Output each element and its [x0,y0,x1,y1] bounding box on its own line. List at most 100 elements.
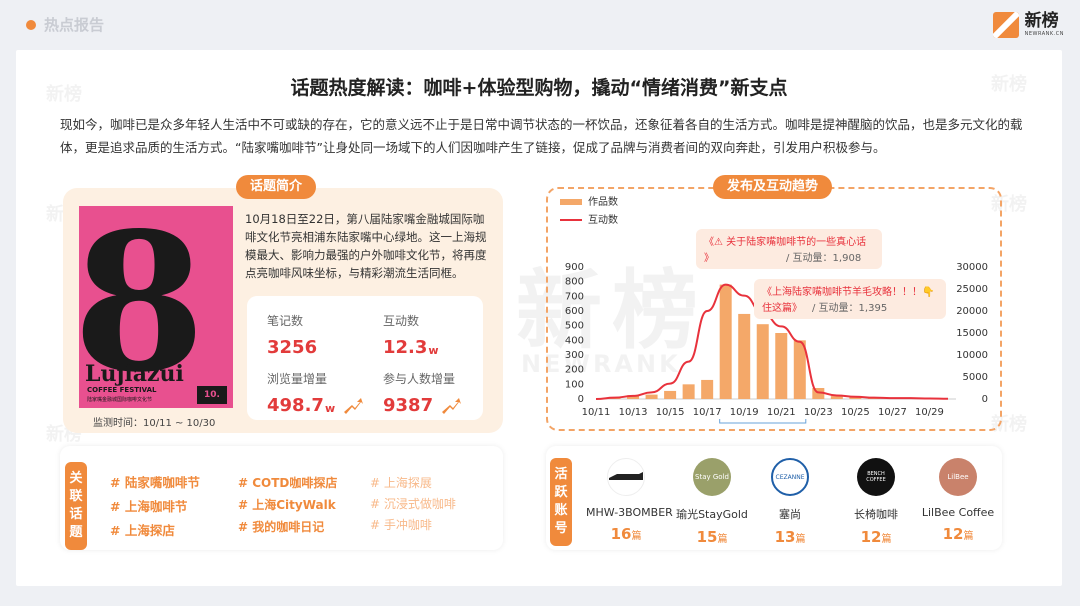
logo-en: NEWRANK.CN [1024,31,1064,37]
active-accounts-card: 活跃账号 MHW-3BOMBER 16篇 Stay Gold 瑜光StayGol… [546,446,1002,550]
cezanne-logo-icon: CEZANNE [771,458,809,496]
stat-label: 浏览量增量 [267,372,328,386]
section-label: 热点报告 [44,16,105,34]
right-tick-label: 30000 [956,262,988,273]
bar [775,333,788,399]
x-tick-label: 10/17 [693,407,722,418]
callout-title: 《上海陆家嘴咖啡节羊毛攻略！！！👇 [762,285,934,298]
bar [701,379,714,399]
stat-interactions: 互动数 12.3 w [383,312,493,358]
account-count: 15 [696,528,718,546]
legend-label: 互动数 [588,213,618,226]
legend-bar-swatch [560,199,582,205]
bench-logo-icon: BENCH COFFEE [857,458,895,496]
account-name: MHW-3BOMBER [586,506,673,519]
topic-tag[interactable]: # 上海探展 [370,474,432,491]
bar [645,394,658,399]
trend-chart-card: 0 100 200 300 400 500 600 700 800 900 0 5000 10000 15… [546,187,1002,431]
stat-value: 498.7 [267,395,324,416]
topic-intro-pill: 话题简介 [236,175,317,199]
topic-tag[interactable]: # 我的咖啡日记 [238,518,324,535]
right-tick-label: 25000 [956,284,988,295]
account-name: 长椅咖啡 [854,508,898,521]
stat-label: 参与人数增量 [383,372,456,386]
left-tick-label: 900 [565,262,584,273]
account-item[interactable]: MHW-3BOMBER 16篇 [586,458,673,543]
account-unit: 篇 [795,534,806,545]
account-name: 瑜光StayGold [676,508,748,521]
account-count: 12 [942,525,964,543]
topic-description: 10月18日至22日，第八届陆家嘴金融城国际咖啡文化节亮相浦东陆家嘴中心绿地。这… [245,212,487,280]
account-count: 12 [860,528,882,546]
x-tick-label: 10/21 [767,407,796,418]
newrank-logo: 新榜 NEWRANK.CN [992,10,1064,40]
account-item[interactable]: BENCH COFFEE 长椅咖啡 12篇 [836,458,916,546]
callout-title: 》 [704,252,714,264]
right-tick-label: 15000 [956,328,988,339]
poster-date: 10. [197,386,227,404]
callout-title: 《⚠ 关于陆家嘴咖啡节的一些真心话 [704,235,866,248]
mhw-logo-icon [607,458,645,496]
account-unit: 篇 [717,534,728,545]
x-tick-label: 10/15 [656,407,685,418]
topic-tag[interactable]: # 沉浸式做咖啡 [370,495,456,512]
account-item[interactable]: CEZANNE 塞尚 13篇 [750,458,830,546]
lilbee-logo-icon: LilBee [939,458,977,496]
topic-tag[interactable]: # COTD咖啡探店 [238,474,337,491]
topic-intro-card: 8 Lujiazui COFFEE FESTIVAL 陆家嘴金融城国际咖啡文化节… [63,188,503,433]
left-tick-label: 800 [565,277,584,288]
trend-chart: 0 100 200 300 400 500 600 700 800 900 0 5000 10000 15… [560,195,988,424]
related-topics-tag: 关联话题 [65,462,87,550]
left-tick-label: 0 [578,394,584,405]
account-unit: 篇 [631,531,642,542]
topic-tag[interactable]: # 手冲咖啡 [370,516,432,533]
stat-unit: w [324,401,336,415]
x-tick-label: 10/23 [804,407,833,418]
report-panel: 新榜 新榜 新榜 新榜 新榜 新榜 新榜 新榜 NEWRANK 话题热度解读：咖… [16,50,1062,586]
topic-tag[interactable]: # 上海CityWalk [238,496,336,513]
left-tick-label: 100 [565,379,584,390]
right-tick-label: 20000 [956,306,988,317]
intro-paragraph: 现如今，咖啡已是众多年轻人生活中不可或缺的存在，它的意义远不止于是日常中调节状态… [60,117,1023,155]
stat-unit: w [428,343,439,357]
festival-poster-image: 8 Lujiazui COFFEE FESTIVAL 陆家嘴金融城国际咖啡文化节… [79,206,233,408]
x-tick-label: 10/27 [878,407,907,418]
newrank-logo-icon [992,12,1019,38]
bullet-dot-icon [26,20,36,30]
x-tick-label: 10/25 [841,407,870,418]
account-item[interactable]: LilBee LilBee Coffee 12篇 [918,458,998,543]
account-count: 13 [774,528,796,546]
right-tick-label: 5000 [963,372,988,383]
topic-tag[interactable]: # 上海咖啡节 [110,496,187,515]
account-item[interactable]: Stay Gold 瑜光StayGold 15篇 [672,458,752,546]
x-tick-label: 10/19 [730,407,759,418]
monitor-period: 监测时间：10/11 ~ 10/30 [93,418,216,429]
bar [682,384,695,399]
poster-subtitle: COFFEE FESTIVAL [87,386,157,394]
x-tick-label: 10/13 [619,407,648,418]
account-count: 16 [610,525,632,543]
topic-stats: 笔记数 3256 互动数 12.3 w 浏览量增量 498.7 w 参与人数增量 9… [247,296,483,420]
stat-notes: 笔记数 3256 [267,312,377,358]
callout-title: 住这篇》 [762,301,802,314]
left-tick-label: 200 [565,365,584,376]
topic-tag[interactable]: # 上海探店 [110,520,175,539]
active-accounts-tag: 活跃账号 [550,458,572,546]
bar [738,313,751,399]
stat-label: 笔记数 [267,314,304,328]
left-tick-label: 700 [565,291,584,302]
poster-cn: 陆家嘴金融城国际咖啡文化节 [87,397,153,403]
stat-label: 互动数 [383,314,420,328]
account-unit: 篇 [963,531,974,542]
bar [756,324,769,399]
account-unit: 篇 [881,534,892,545]
related-topics-card: 关联话题 # 陆家嘴咖啡节 # 上海咖啡节 # 上海探店 # COTD咖啡探店 … [60,446,503,550]
bar [664,390,677,399]
account-name: 塞尚 [779,508,801,521]
left-tick-label: 500 [565,321,584,332]
bar [719,284,732,399]
trend-pill: 发布及互动趋势 [713,175,833,199]
right-tick-label: 10000 [956,350,988,361]
topic-tag[interactable]: # 陆家嘴咖啡节 [110,472,200,491]
right-tick-label: 0 [982,394,988,405]
